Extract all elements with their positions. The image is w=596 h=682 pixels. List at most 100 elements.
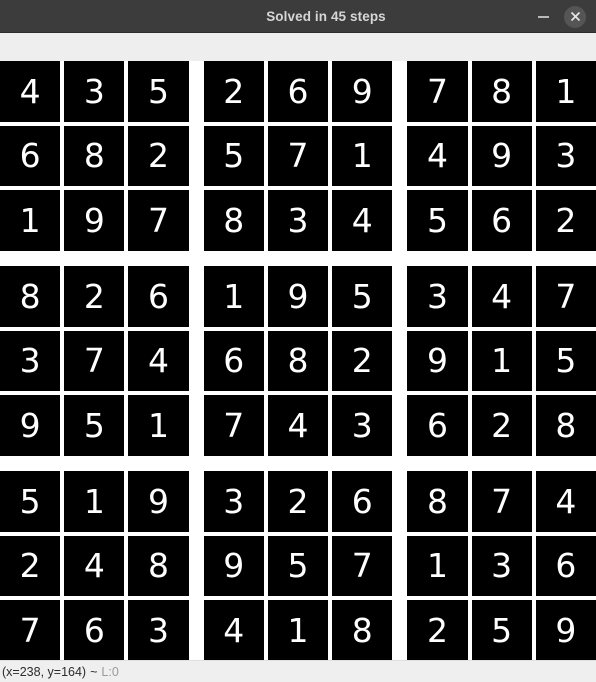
sudoku-cell[interactable]: 2 [267,471,329,532]
sudoku-cell[interactable]: 9 [535,600,596,660]
sudoku-cell[interactable]: 9 [64,190,125,251]
sudoku-grid[interactable]: 4352697816825714931978345628261953473746… [0,61,596,660]
box-band-gap-horizontal [332,460,393,467]
sudoku-cell[interactable]: 6 [203,330,264,392]
sudoku-cell[interactable]: 6 [267,61,329,122]
sudoku-cell[interactable]: 5 [535,330,596,392]
sudoku-cell[interactable]: 9 [128,471,189,532]
close-button[interactable] [564,5,586,28]
sudoku-cell[interactable]: 8 [332,600,393,660]
sudoku-cell[interactable]: 6 [128,266,189,327]
sudoku-cell[interactable]: 5 [407,190,468,251]
sudoku-cell[interactable]: 4 [0,61,61,122]
sudoku-cell[interactable]: 7 [407,61,468,122]
sudoku-cell[interactable]: 1 [64,471,125,532]
sudoku-cell[interactable]: 9 [471,125,532,187]
sudoku-cell[interactable]: 8 [64,125,125,187]
sudoku-cell[interactable]: 2 [535,190,596,251]
sudoku-cell[interactable]: 1 [203,266,264,327]
box-band-gap-vertical [396,535,404,597]
sudoku-cell[interactable]: 5 [128,61,189,122]
sudoku-cell[interactable]: 3 [64,61,125,122]
box-band-gap-vertical [396,395,404,456]
sudoku-cell[interactable]: 3 [471,535,532,597]
box-band-gap-horizontal [471,460,532,467]
sudoku-cell[interactable]: 5 [471,600,532,660]
sudoku-cell[interactable]: 7 [203,395,264,456]
minimize-button[interactable] [532,6,554,28]
sudoku-cell[interactable]: 8 [407,471,468,532]
sudoku-cell[interactable]: 3 [267,190,329,251]
sudoku-cell[interactable]: 8 [203,190,264,251]
box-band-gap-vertical [192,535,200,597]
sudoku-cell[interactable]: 1 [471,330,532,392]
sudoku-cell[interactable]: 6 [535,535,596,597]
sudoku-cell[interactable]: 7 [64,330,125,392]
sudoku-cell[interactable]: 2 [203,61,264,122]
sudoku-cell[interactable]: 6 [64,600,125,660]
sudoku-cell[interactable]: 3 [128,600,189,660]
box-band-gap-vertical [192,266,200,327]
box-band-gap-horizontal [0,255,61,262]
sudoku-cell[interactable]: 3 [535,125,596,187]
sudoku-cell[interactable]: 4 [203,600,264,660]
sudoku-cell[interactable]: 3 [203,471,264,532]
sudoku-cell[interactable]: 8 [535,395,596,456]
sudoku-cell[interactable]: 7 [332,535,393,597]
box-band-gap-vertical [192,330,200,392]
sudoku-cell[interactable]: 4 [407,125,468,187]
sudoku-cell[interactable]: 3 [0,330,61,392]
sudoku-cell[interactable]: 6 [471,190,532,251]
sudoku-cell[interactable]: 1 [535,61,596,122]
sudoku-cell[interactable]: 7 [267,125,329,187]
box-band-gap-vertical [396,330,404,392]
sudoku-cell[interactable]: 9 [267,266,329,327]
sudoku-cell[interactable]: 1 [128,395,189,456]
sudoku-cell[interactable]: 5 [267,535,329,597]
sudoku-cell[interactable]: 7 [535,266,596,327]
sudoku-cell[interactable]: 9 [332,61,393,122]
sudoku-cell[interactable]: 4 [128,330,189,392]
box-band-gap-vertical [192,471,200,532]
sudoku-cell[interactable]: 5 [203,125,264,187]
sudoku-cell[interactable]: 5 [332,266,393,327]
box-band-gap-horizontal [396,255,404,262]
sudoku-cell[interactable]: 4 [267,395,329,456]
sudoku-cell[interactable]: 6 [407,395,468,456]
sudoku-cell[interactable]: 2 [128,125,189,187]
box-band-gap-vertical [396,190,404,251]
sudoku-cell[interactable]: 8 [267,330,329,392]
sudoku-cell[interactable]: 6 [0,125,61,187]
sudoku-cell[interactable]: 7 [128,190,189,251]
sudoku-cell[interactable]: 3 [332,395,393,456]
sudoku-cell[interactable]: 2 [64,266,125,327]
sudoku-cell[interactable]: 1 [332,125,393,187]
sudoku-cell[interactable]: 1 [407,535,468,597]
sudoku-cell[interactable]: 7 [471,471,532,532]
sudoku-cell[interactable]: 8 [0,266,61,327]
sudoku-cell[interactable]: 2 [471,395,532,456]
sudoku-cell[interactable]: 7 [0,600,61,660]
sudoku-cell[interactable]: 9 [0,395,61,456]
sudoku-cell[interactable]: 4 [471,266,532,327]
sudoku-cell[interactable]: 2 [332,330,393,392]
sudoku-cell[interactable]: 8 [471,61,532,122]
sudoku-cell[interactable]: 4 [332,190,393,251]
sudoku-cell[interactable]: 9 [407,330,468,392]
sudoku-cell[interactable]: 6 [332,471,393,532]
sudoku-cell[interactable]: 4 [64,535,125,597]
sudoku-cell[interactable]: 4 [535,471,596,532]
sudoku-cell[interactable]: 3 [407,266,468,327]
sudoku-cell[interactable]: 9 [203,535,264,597]
box-band-gap-vertical [396,61,404,122]
sudoku-cell[interactable]: 8 [128,535,189,597]
sudoku-cell[interactable]: 2 [0,535,61,597]
minimize-icon [537,15,549,18]
sudoku-cell[interactable]: 5 [0,471,61,532]
box-band-gap-vertical [396,266,404,327]
sudoku-cell[interactable]: 1 [0,190,61,251]
sudoku-cell[interactable]: 2 [407,600,468,660]
box-band-gap-horizontal [267,255,329,262]
sudoku-cell[interactable]: 5 [64,395,125,456]
sudoku-cell[interactable]: 1 [267,600,329,660]
